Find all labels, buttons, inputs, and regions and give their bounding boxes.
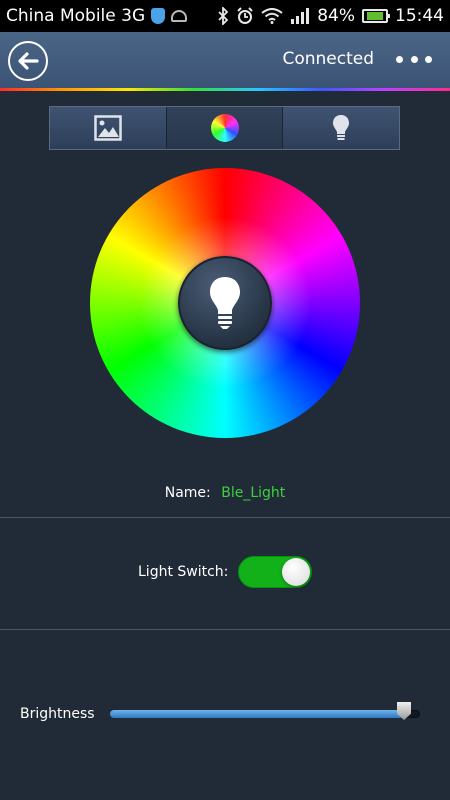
more-dot [410,55,418,63]
more-dot [396,55,403,63]
brightness-label: Brightness [20,706,95,722]
back-button[interactable] [8,41,48,81]
wifi-icon [261,8,283,24]
more-dot [425,55,432,63]
light-switch-toggle[interactable] [238,556,313,588]
tab-color-wheel[interactable] [166,107,284,149]
battery-percent: 84% [317,6,355,26]
color-wheel[interactable] [90,168,360,438]
signal-icon [290,8,310,24]
device-name-label: Name: [164,485,211,501]
status-bar: China Mobile 3G 84% 15:44 [0,0,450,32]
toggle-knob [282,558,311,586]
light-switch-row: Light Switch: [138,556,313,588]
more-icon[interactable] [396,46,432,72]
slider-fill [110,710,404,718]
connection-status: Connected [282,49,374,69]
color-wheel-icon [210,114,239,142]
tab-bulb[interactable] [283,107,400,149]
back-arrow-icon [18,52,39,70]
bulb-icon [333,115,350,140]
android-icon [171,10,188,22]
app-bar: Connected [0,32,450,88]
device-name-row: Name: Ble_Light [0,485,450,501]
bulb-button[interactable] [178,256,272,350]
clock-text: 15:44 [395,6,444,26]
bulb-icon [210,277,240,329]
battery-icon [362,9,390,23]
brightness-slider[interactable] [110,702,420,720]
divider [0,629,450,630]
alarm-icon [236,7,254,25]
shield-icon [151,8,166,24]
carrier-text: China Mobile 3G [6,6,146,26]
device-name-value: Ble_Light [221,485,286,501]
battery-level-fill [366,12,384,20]
light-switch-label: Light Switch: [138,564,229,580]
image-icon [94,115,122,141]
bluetooth-icon [217,7,229,25]
rainbow-divider [0,88,450,91]
mode-tabs [49,106,400,150]
divider [0,517,450,518]
tab-image[interactable] [50,107,167,149]
